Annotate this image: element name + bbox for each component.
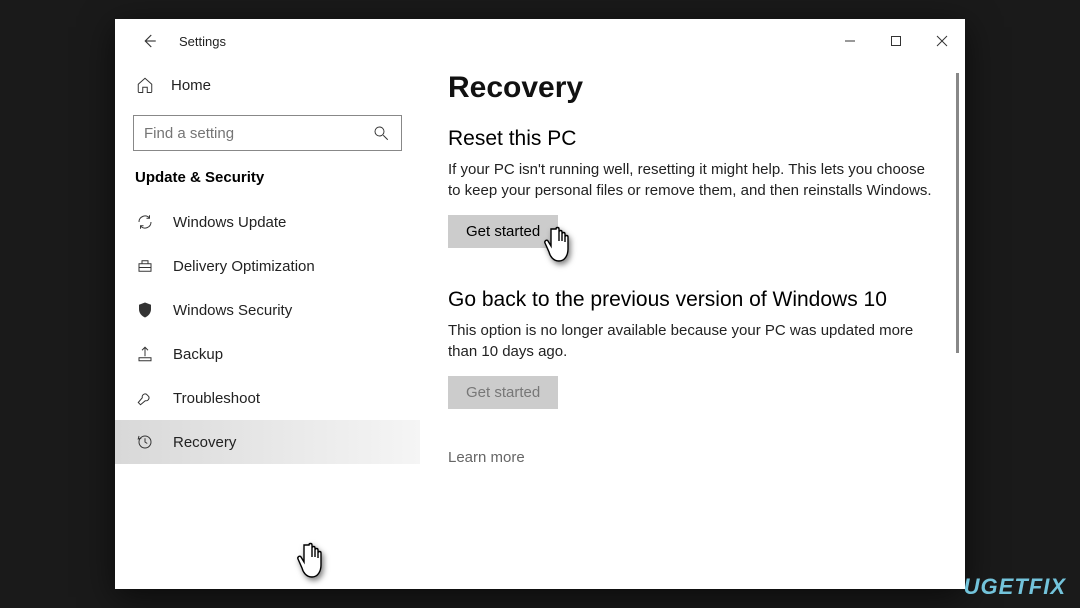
window-title: Settings (179, 34, 226, 49)
close-button[interactable] (919, 25, 965, 57)
learn-more-link[interactable]: Learn more (448, 449, 937, 466)
sidebar-item-label: Backup (173, 346, 223, 363)
sidebar-item-label: Recovery (173, 434, 236, 451)
sidebar-item-windows-security[interactable]: Windows Security (115, 288, 420, 332)
sidebar-item-troubleshoot[interactable]: Troubleshoot (115, 376, 420, 420)
sidebar-home[interactable]: Home (115, 67, 420, 103)
maximize-button[interactable] (873, 25, 919, 57)
back-button[interactable] (133, 25, 165, 57)
section-title: Go back to the previous version of Windo… (448, 288, 937, 312)
watermark: UGETFIX (964, 574, 1066, 600)
page-title: Recovery (448, 71, 937, 105)
sidebar-item-windows-update[interactable]: Windows Update (115, 200, 420, 244)
section-go-back: Go back to the previous version of Windo… (448, 288, 937, 409)
sidebar-item-delivery-optimization[interactable]: Delivery Optimization (115, 244, 420, 288)
sync-icon (135, 212, 155, 232)
sidebar-item-label: Delivery Optimization (173, 258, 315, 275)
titlebar: Settings (115, 19, 965, 63)
sidebar-item-backup[interactable]: Backup (115, 332, 420, 376)
sidebar-item-recovery[interactable]: Recovery (115, 420, 420, 464)
home-label: Home (171, 77, 211, 94)
sidebar-item-label: Windows Update (173, 214, 286, 231)
recovery-icon (135, 432, 155, 452)
sidebar-item-label: Troubleshoot (173, 390, 260, 407)
wrench-icon (135, 388, 155, 408)
sidebar-item-label: Windows Security (173, 302, 292, 319)
settings-window: Settings Home (115, 19, 965, 589)
shield-icon (135, 300, 155, 320)
home-icon (135, 75, 155, 95)
sidebar: Home Update & Security Windows Update (115, 63, 420, 589)
get-started-reset-button[interactable]: Get started (448, 215, 558, 248)
delivery-icon (135, 256, 155, 276)
section-reset-pc: Reset this PC If your PC isn't running w… (448, 127, 937, 248)
section-desc: If your PC isn't running well, resetting… (448, 159, 937, 201)
search-icon (371, 123, 391, 143)
minimize-button[interactable] (827, 25, 873, 57)
section-title: Reset this PC (448, 127, 937, 151)
search-input[interactable] (144, 125, 371, 142)
backup-icon (135, 344, 155, 364)
window-controls (827, 25, 965, 57)
content-pane: Recovery Reset this PC If your PC isn't … (420, 63, 965, 589)
scrollbar[interactable] (956, 73, 959, 353)
search-box[interactable] (133, 115, 402, 151)
get-started-goback-button: Get started (448, 376, 558, 409)
section-desc: This option is no longer available becau… (448, 320, 937, 362)
sidebar-category: Update & Security (115, 165, 420, 200)
